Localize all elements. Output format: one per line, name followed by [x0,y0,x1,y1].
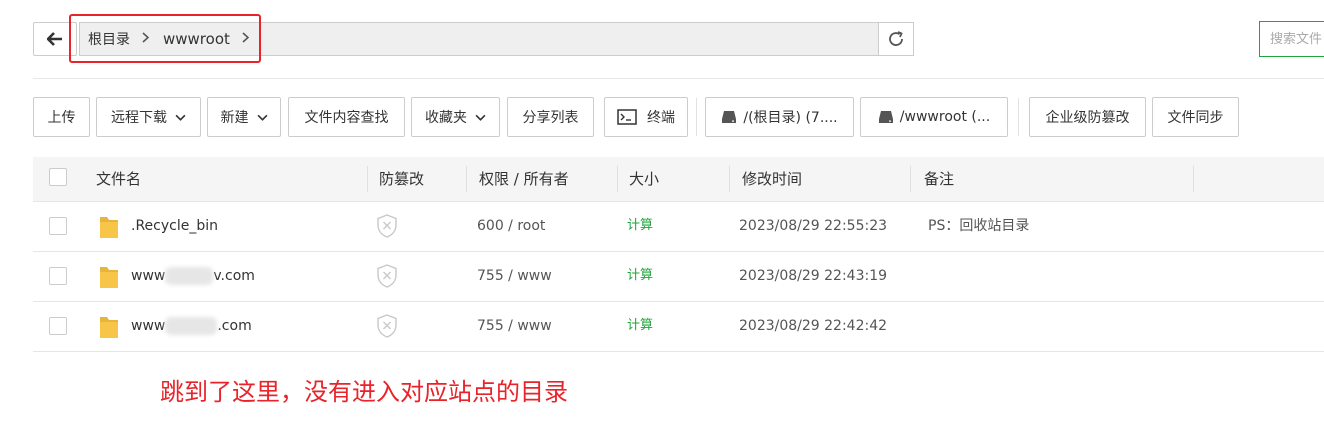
table-row[interactable]: www .com 755 / www 计算 2023/08/29 22:42:42 [33,301,1324,352]
annotation-highlight-box [69,14,261,63]
file-name[interactable]: www .com [131,301,252,351]
file-name-text: .Recycle_bin [131,218,218,234]
perm-owner[interactable]: 755 / www [477,251,552,301]
shield-icon[interactable] [376,214,398,238]
column-divider [367,166,368,192]
column-header-tamper: 防篡改 [379,170,425,188]
refresh-icon [889,31,903,46]
folder-icon [100,217,118,238]
column-divider [466,166,467,192]
file-name-text: www [131,318,166,334]
disk-icon [878,111,893,123]
content-search-label: 文件内容查找 [304,110,389,126]
perm-owner[interactable]: 755 / www [477,301,552,351]
disk-icon [722,111,737,123]
file-sync-label: 文件同步 [1167,110,1224,126]
file-name-text: www [131,268,166,284]
select-all-checkbox[interactable] [49,168,67,186]
disk-root-label: /(根目录) (7.... [743,110,838,126]
column-divider [729,166,730,192]
terminal-icon [617,109,637,125]
new-button[interactable]: 新建 [207,97,281,137]
chevron-down-icon [175,114,186,121]
file-name[interactable]: www v.com [131,251,255,301]
file-name-text: .com [217,318,252,334]
file-sync-button[interactable]: 文件同步 [1152,97,1239,137]
file-manager-panel: 根目录 wwwroot 上传 远程下载 新建 文件内容查找 [0,0,1324,431]
search-input[interactable] [1259,21,1324,57]
column-header-perm: 权限 / 所有者 [479,170,569,188]
favorites-button[interactable]: 收藏夹 [411,97,500,137]
modified-time: 2023/08/29 22:43:19 [739,268,888,284]
folder-icon [100,267,118,288]
row-checkbox[interactable] [49,317,67,335]
favorites-label: 收藏夹 [425,110,467,126]
column-header-name[interactable]: 文件名 [96,157,141,201]
upload-label: 上传 [47,110,76,126]
column-divider [910,166,911,192]
disk-root-button[interactable]: /(根目录) (7.... [705,97,854,137]
share-list-label: 分享列表 [522,110,579,126]
terminal-label: 终端 [647,110,675,126]
modified-time: 2023/08/29 22:42:42 [739,318,888,334]
row-checkbox[interactable] [49,217,67,235]
enterprise-tamper-button[interactable]: 企业级防篡改 [1029,97,1146,137]
column-header-remark: 备注 [924,170,955,188]
shield-icon[interactable] [376,264,398,288]
toolbar-divider [696,98,697,136]
refresh-button[interactable] [878,22,914,56]
redacted-text [165,317,218,335]
chevron-down-icon [475,114,486,121]
calc-size-link[interactable]: 计算 [627,251,653,301]
toolbar-divider [1018,98,1019,136]
remark[interactable]: PS：回收站目录 [928,201,1029,251]
modified-time: 2023/08/29 22:55:23 [739,218,888,234]
calc-size-link[interactable]: 计算 [627,201,653,251]
divider [33,78,1324,79]
table-header: 文件名 防篡改 权限 / 所有者 大小 修改时间 备注 [33,157,1324,202]
table-row[interactable]: www v.com 755 / www 计算 2023/08/29 22:43:1… [33,251,1324,302]
calc-size-link[interactable]: 计算 [627,301,653,351]
column-divider [1193,166,1194,192]
remote-download-button[interactable]: 远程下载 [96,97,201,137]
row-checkbox[interactable] [49,267,67,285]
new-label: 新建 [220,110,249,126]
disk-wwwroot-button[interactable]: /wwwroot (... [860,97,1008,137]
arrow-left-icon [47,32,62,46]
chevron-down-icon [257,114,267,121]
share-list-button[interactable]: 分享列表 [507,97,594,137]
column-header-size[interactable]: 大小 [629,157,659,201]
disk-wwwroot-label: /wwwroot (... [899,109,991,125]
perm-owner[interactable]: 600 / root [477,201,545,251]
content-search-button[interactable]: 文件内容查找 [288,97,405,137]
redacted-text [165,267,214,285]
file-name-text: v.com [213,268,255,284]
shield-icon[interactable] [376,314,398,338]
upload-button[interactable]: 上传 [33,97,90,137]
file-name[interactable]: .Recycle_bin [131,201,218,251]
table-row[interactable]: .Recycle_bin 600 / root 计算 2023/08/29 22… [33,201,1324,252]
remote-download-label: 远程下载 [111,110,167,126]
enterprise-tamper-label: 企业级防篡改 [1045,110,1130,126]
column-divider [617,166,618,192]
column-header-mtime[interactable]: 修改时间 [742,157,802,201]
terminal-button[interactable]: 终端 [604,97,688,137]
folder-icon [100,317,118,338]
annotation-text: 跳到了这里，没有进入对应站点的目录 [160,378,568,406]
